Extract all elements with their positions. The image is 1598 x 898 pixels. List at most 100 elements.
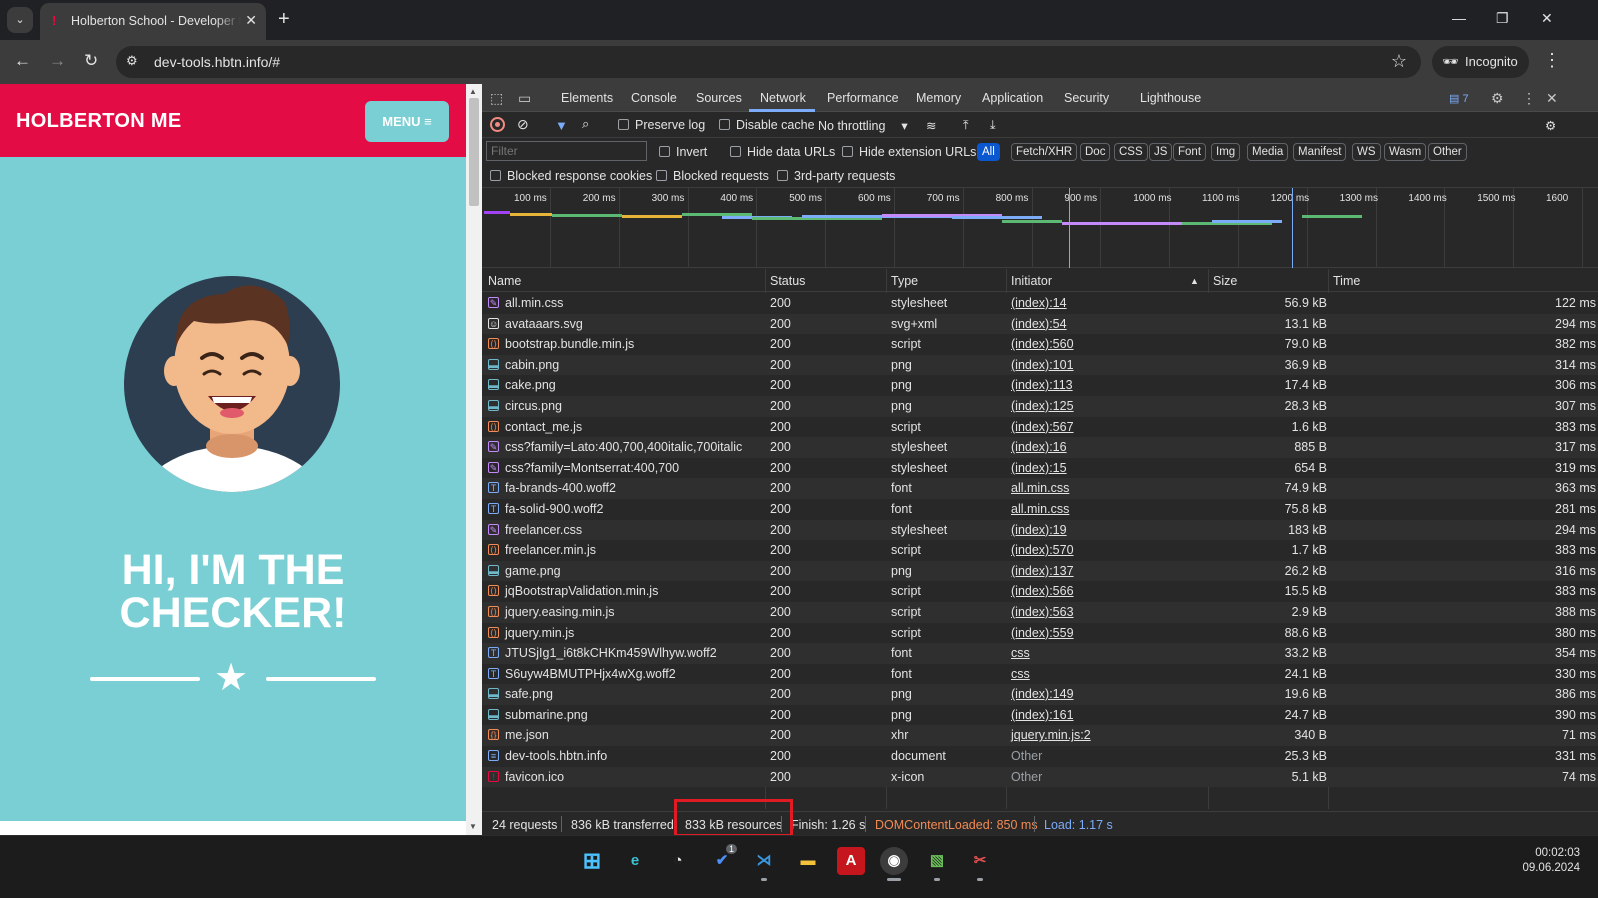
table-row[interactable]: ✎ css?family=Montserrat:400,700 200 stylesh…: [482, 457, 1598, 479]
system-clock[interactable]: 00:02:03 09.06.2024: [1522, 846, 1580, 876]
request-initiator[interactable]: (index):101: [1011, 358, 1074, 372]
column-status[interactable]: Status: [770, 274, 805, 288]
request-name[interactable]: JTUSjIg1_i6t8kCHKm459Wlhyw.woff2: [505, 646, 717, 660]
close-window-button[interactable]: ✕: [1541, 10, 1553, 27]
tab-console[interactable]: Console: [631, 91, 677, 105]
request-initiator[interactable]: (index):566: [1011, 584, 1074, 598]
request-name[interactable]: fa-brands-400.woff2: [505, 481, 616, 495]
scroll-thumb[interactable]: [469, 98, 479, 206]
request-name[interactable]: game.png: [505, 564, 561, 578]
reload-icon[interactable]: ↻: [84, 52, 98, 70]
table-row[interactable]: T JTUSjIg1_i6t8kCHKm459Wlhyw.woff2 200 font…: [482, 643, 1598, 664]
table-row[interactable]: T S6uyw4BMUTPHjx4wXg.woff2 200 font css 24.1 …: [482, 663, 1598, 685]
acrobat-icon[interactable]: A: [837, 847, 865, 875]
request-name[interactable]: submarine.png: [505, 708, 588, 722]
request-initiator[interactable]: (index):125: [1011, 399, 1074, 413]
minimize-button[interactable]: —: [1452, 10, 1466, 26]
device-toolbar-icon[interactable]: ▭: [518, 90, 531, 107]
request-name[interactable]: me.json: [505, 728, 549, 742]
table-row[interactable]: ▬ circus.png 200 png (index):125 28.3 kB 307 m…: [482, 395, 1598, 417]
request-name[interactable]: avataaars.svg: [505, 317, 583, 331]
clear-icon[interactable]: ⊘: [517, 116, 529, 133]
import-har-icon[interactable]: ⤒: [963, 118, 969, 133]
table-row[interactable]: ✎ freelancer.css 200 stylesheet (index):19 18…: [482, 519, 1598, 541]
page-scrollbar[interactable]: ▲ ▼: [466, 84, 482, 835]
table-row[interactable]: ▬ safe.png 200 png (index):149 19.6 kB 386 ms: [482, 684, 1598, 705]
type-filter-js[interactable]: JS: [1149, 143, 1173, 161]
site-brand[interactable]: HOLBERTON ME: [16, 110, 181, 133]
request-initiator[interactable]: jquery.min.js:2: [1011, 728, 1091, 742]
scroll-down-icon[interactable]: ▼: [469, 822, 477, 831]
request-initiator[interactable]: css: [1011, 667, 1030, 681]
image-viewer-icon[interactable]: ▧: [923, 847, 951, 875]
type-filter-media[interactable]: Media: [1247, 143, 1289, 161]
request-initiator[interactable]: (index):16: [1011, 440, 1067, 454]
request-initiator[interactable]: (index):19: [1011, 523, 1067, 537]
type-filter-all[interactable]: All: [977, 143, 1000, 161]
site-info-icon[interactable]: ⚙: [126, 53, 138, 69]
request-name[interactable]: cabin.png: [505, 358, 559, 372]
tab-memory[interactable]: Memory: [916, 91, 961, 105]
type-filter-css[interactable]: CSS: [1114, 143, 1148, 161]
request-initiator[interactable]: all.min.css: [1011, 481, 1069, 495]
request-name[interactable]: fa-solid-900.woff2: [505, 502, 603, 516]
table-row[interactable]: ✎ all.min.css 200 stylesheet (index):14 56.9 …: [482, 293, 1598, 314]
incognito-indicator[interactable]: 🕶 Incognito: [1432, 46, 1529, 78]
forward-icon[interactable]: →: [49, 52, 66, 70]
type-filter-manifest[interactable]: Manifest: [1293, 143, 1347, 161]
request-name[interactable]: jqBootstrapValidation.min.js: [505, 584, 658, 598]
request-initiator[interactable]: (index):54: [1011, 317, 1067, 331]
blocked-cookies-checkbox[interactable]: Blocked response cookies: [490, 169, 652, 183]
request-name[interactable]: safe.png: [505, 687, 553, 701]
request-initiator[interactable]: css: [1011, 646, 1030, 660]
throttling-select[interactable]: No throttling ▾: [818, 118, 908, 133]
network-settings-icon[interactable]: ⚙: [1545, 118, 1556, 133]
export-har-icon[interactable]: ⤓: [990, 118, 996, 133]
issues-badge[interactable]: ▤ 7: [1449, 92, 1469, 105]
request-name[interactable]: S6uyw4BMUTPHjx4wXg.woff2: [505, 667, 676, 681]
request-name[interactable]: circus.png: [505, 399, 562, 413]
table-row[interactable]: {} me.json 200 xhr jquery.min.js:2 340 B 71 ms: [482, 725, 1598, 747]
hide-data-urls-checkbox[interactable]: Hide data URLs: [730, 145, 835, 159]
tab-lighthouse[interactable]: Lighthouse: [1140, 91, 1201, 105]
request-name[interactable]: bootstrap.bundle.min.js: [505, 337, 634, 351]
request-initiator[interactable]: (index):560: [1011, 337, 1074, 351]
request-name[interactable]: jquery.min.js: [505, 626, 574, 640]
table-row[interactable]: ⟨⟩ freelancer.min.js 200 script (index):570 1…: [482, 540, 1598, 561]
tab-performance[interactable]: Performance: [827, 91, 899, 105]
type-filter-img[interactable]: Img: [1211, 143, 1241, 161]
edge-icon[interactable]: e: [621, 847, 649, 875]
type-filter-wasm[interactable]: Wasm: [1384, 143, 1427, 161]
tab-application[interactable]: Application: [982, 91, 1043, 105]
snipping-tool-icon[interactable]: ✂: [966, 847, 994, 875]
column-type[interactable]: Type: [891, 274, 918, 288]
network-overview-timeline[interactable]: 100 ms 200 ms 300 ms 400 ms 500 ms 600 ms 700 …: [482, 188, 1598, 268]
menu-button[interactable]: MENU ≡: [365, 101, 449, 142]
request-initiator[interactable]: (index):559: [1011, 626, 1074, 640]
table-row[interactable]: ▬ game.png 200 png (index):137 26.2 kB 316 ms: [482, 560, 1598, 582]
column-name[interactable]: Name: [488, 274, 521, 288]
close-tab-icon[interactable]: ✕: [245, 12, 257, 29]
filter-funnel-icon[interactable]: ▼: [555, 118, 568, 133]
table-row[interactable]: ≡ dev-tools.hbtn.info 200 document Other 25.3…: [482, 746, 1598, 767]
request-name[interactable]: dev-tools.hbtn.info: [505, 749, 607, 763]
table-row[interactable]: ✎ css?family=Lato:400,700,400italic,700it…: [482, 437, 1598, 458]
request-name[interactable]: freelancer.min.js: [505, 543, 596, 557]
file-explorer-icon[interactable]: ▬: [794, 847, 822, 875]
preserve-log-checkbox[interactable]: Preserve log: [618, 118, 705, 132]
table-row[interactable]: ▬ cabin.png 200 png (index):101 36.9 kB 314 ms: [482, 354, 1598, 376]
column-size[interactable]: Size: [1213, 274, 1237, 288]
column-initiator[interactable]: Initiator: [1011, 274, 1052, 288]
bookmark-star-icon[interactable]: ☆: [1391, 51, 1407, 72]
disable-cache-checkbox[interactable]: Disable cache: [719, 118, 815, 132]
table-row[interactable]: ⟨⟩ bootstrap.bundle.min.js 200 script (index…: [482, 334, 1598, 355]
browser-tab-active[interactable]: ! Holberton School - Developer tools ✕: [40, 3, 266, 40]
request-initiator[interactable]: (index):137: [1011, 564, 1074, 578]
type-filter-fetch-xhr[interactable]: Fetch/XHR: [1011, 143, 1078, 161]
request-name[interactable]: css?family=Montserrat:400,700: [505, 461, 679, 475]
type-filter-other[interactable]: Other: [1428, 143, 1467, 161]
third-party-checkbox[interactable]: 3rd-party requests: [777, 169, 895, 183]
scroll-up-icon[interactable]: ▲: [469, 87, 477, 96]
network-conditions-icon[interactable]: ≋: [926, 118, 936, 133]
request-name[interactable]: css?family=Lato:400,700,400italic,700ita…: [505, 440, 742, 454]
